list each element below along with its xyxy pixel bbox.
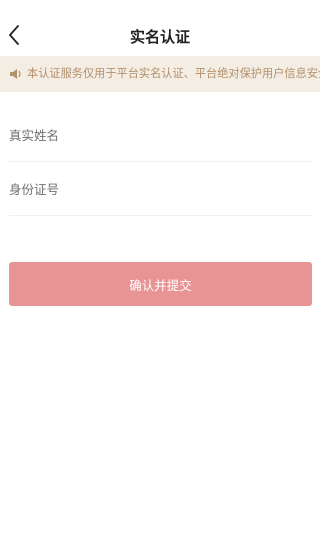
- notice-text: 本认证服务仅用于平台实名认证、平台绝对保护用户信息安全: [27, 67, 320, 80]
- id-field-row: [9, 162, 312, 216]
- speaker-icon: [10, 69, 21, 79]
- page-title: 实名认证: [129, 28, 190, 46]
- auth-form: [0, 108, 320, 216]
- name-field-row: [9, 108, 312, 162]
- real-name-auth-screen: 实名认证 本认证服务仅用于平台实名认证、平台绝对保护用户信息安全 确认并提交: [0, 0, 320, 560]
- real-name-input[interactable]: [9, 123, 299, 147]
- notice-bar: 本认证服务仅用于平台实名认证、平台绝对保护用户信息安全: [0, 56, 320, 92]
- submit-button[interactable]: 确认并提交: [9, 262, 312, 306]
- id-number-input[interactable]: [9, 177, 299, 201]
